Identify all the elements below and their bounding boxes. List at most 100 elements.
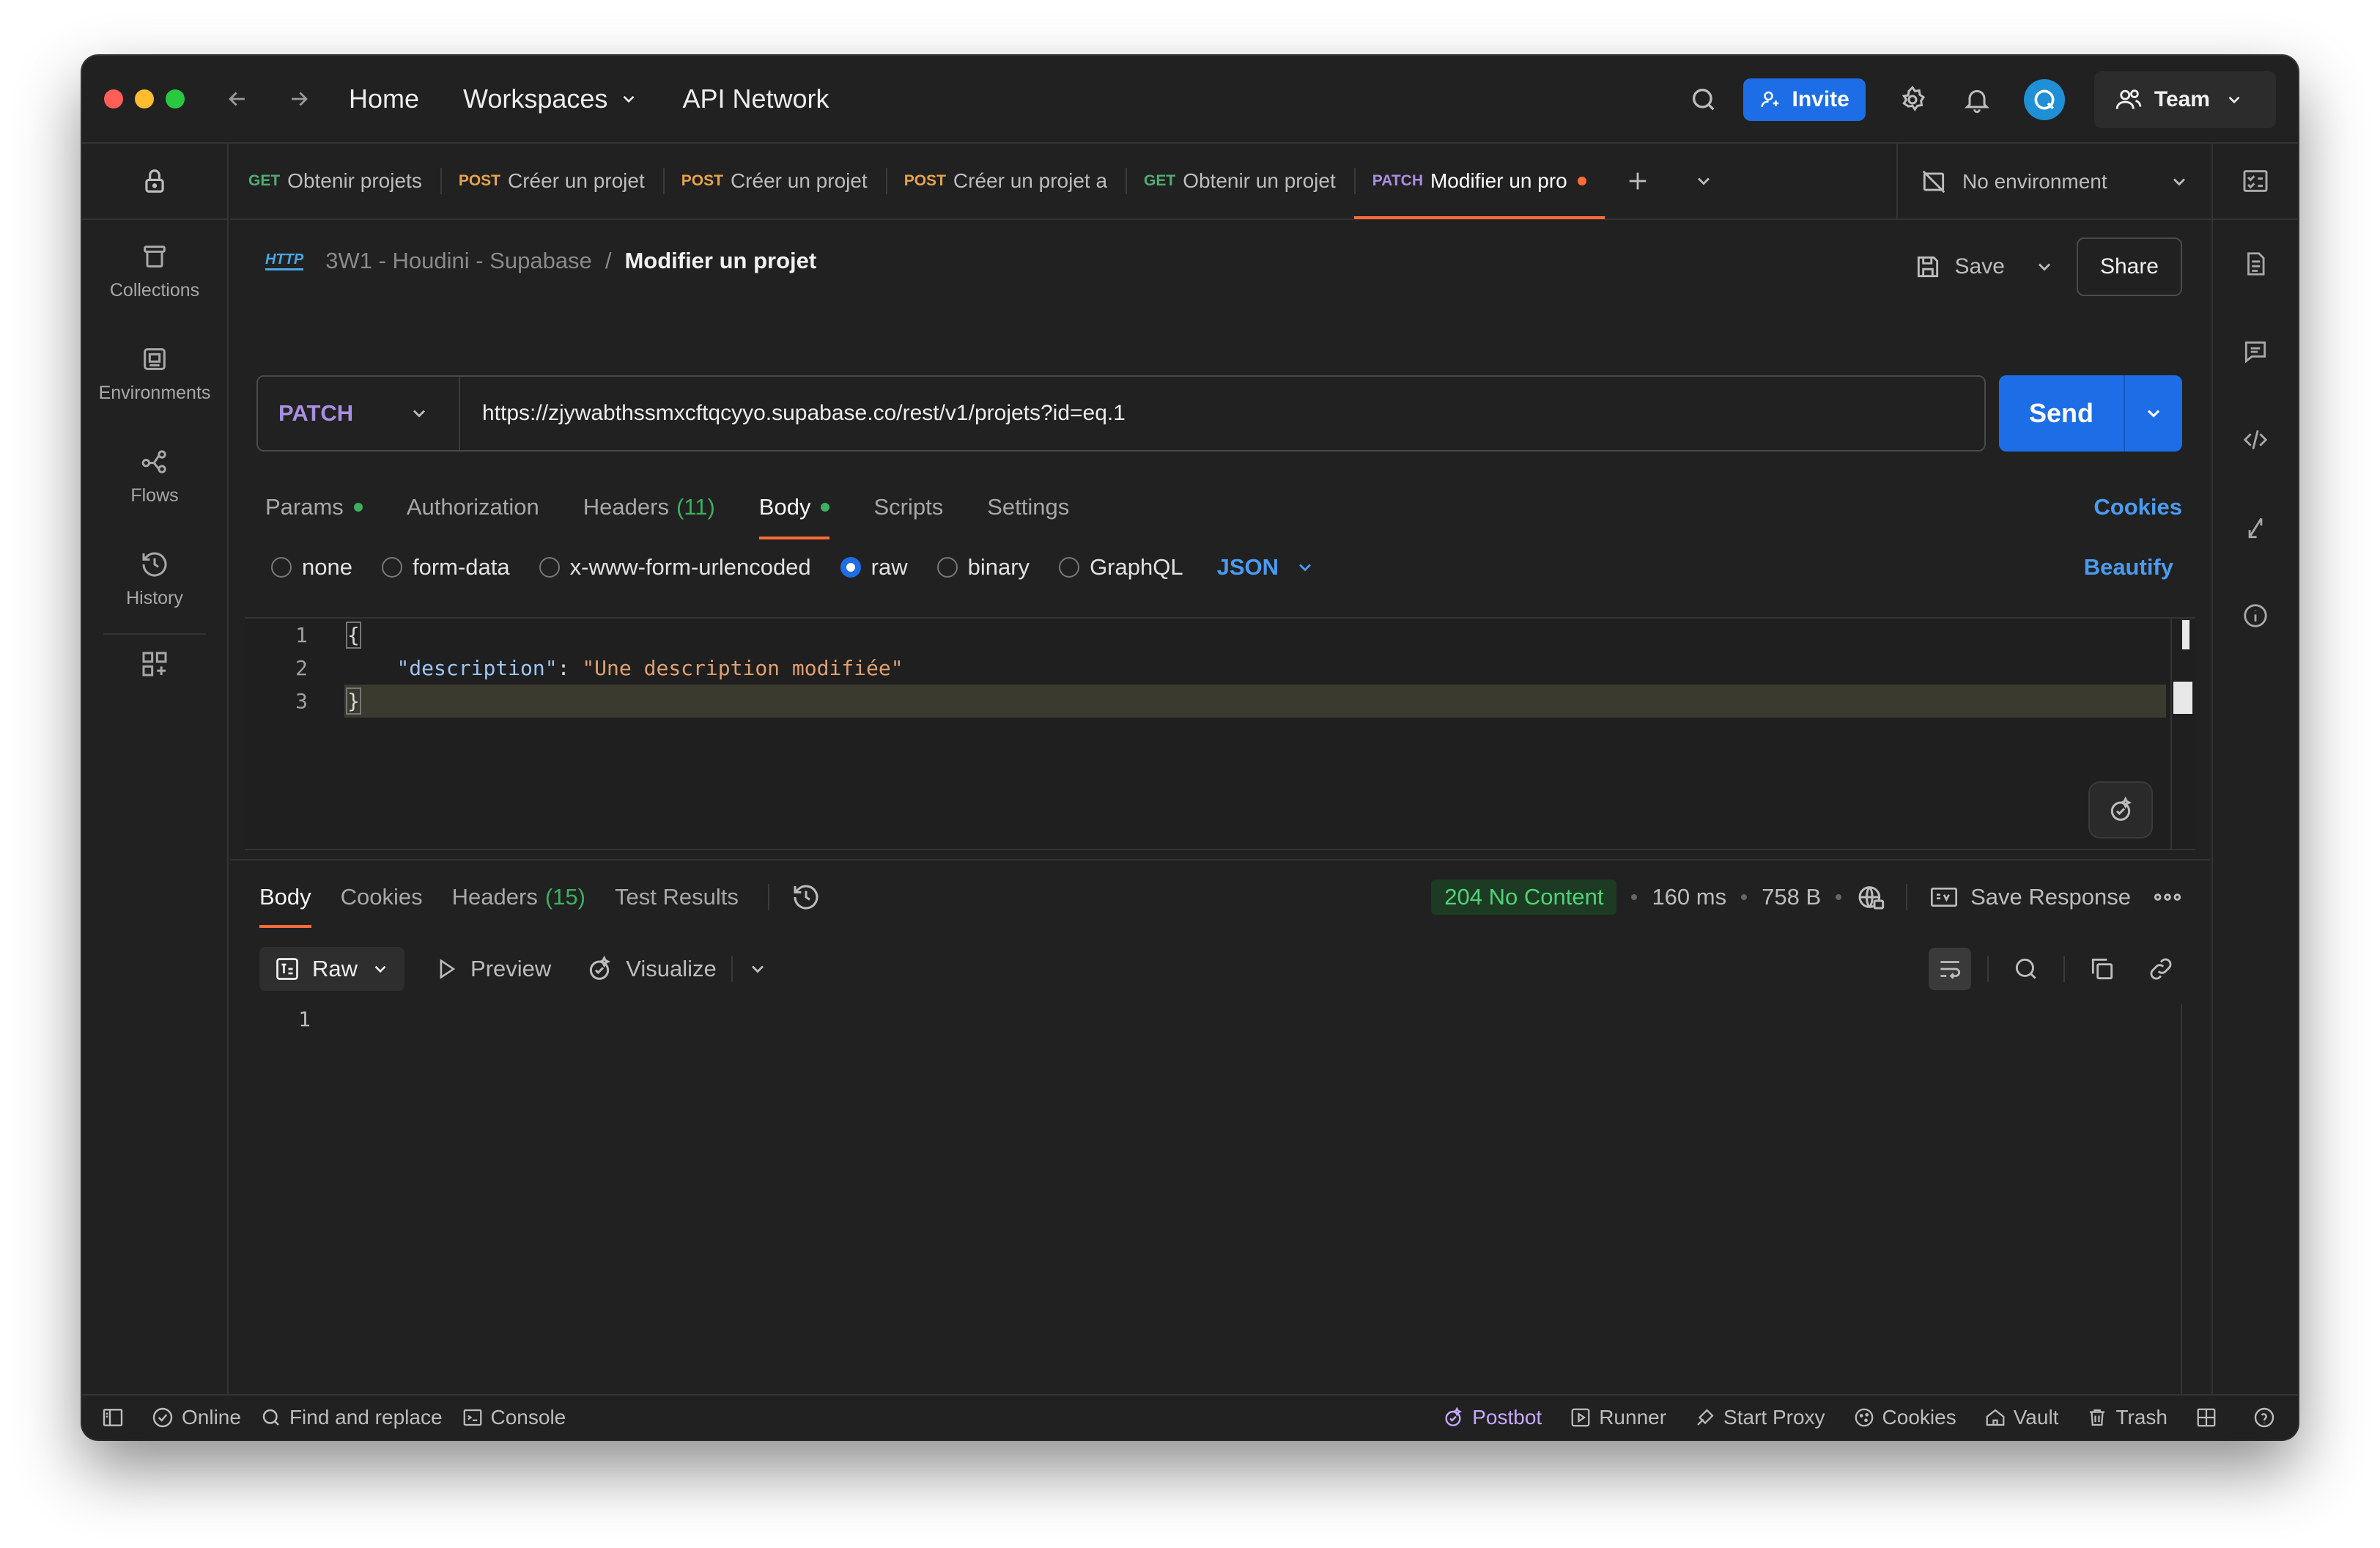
tab-request-active[interactable]: PATCH Modifier un pro [1353, 143, 1605, 219]
sidebar-item-flows[interactable]: Flows [82, 425, 227, 528]
search-icon[interactable] [1686, 82, 1721, 117]
send-dropdown-chevron-icon[interactable] [2124, 375, 2182, 452]
tab-response-headers[interactable]: Headers (15) [452, 875, 585, 919]
postbot-button[interactable]: Postbot [1441, 1406, 1542, 1429]
tab-request[interactable]: POST Créer un projet a [885, 143, 1126, 219]
breadcrumb-collection[interactable]: 3W1 - Houdini - Supabase [325, 248, 592, 274]
copy-icon[interactable] [2081, 948, 2124, 990]
trash-button[interactable]: Trash [2086, 1406, 2168, 1429]
save-button[interactable]: Save [1914, 253, 2005, 281]
page-title[interactable]: Modifier un projet [624, 248, 816, 274]
radio-graphql[interactable]: GraphQL [1059, 554, 1183, 580]
status-badge[interactable]: 204 No Content [1431, 880, 1617, 915]
send-button[interactable]: Send [1999, 398, 2124, 429]
comments-icon[interactable] [2213, 308, 2298, 396]
documentation-icon[interactable] [2213, 220, 2298, 308]
online-status[interactable]: Online [151, 1406, 241, 1429]
response-time[interactable]: 160 ms [1652, 884, 1726, 910]
add-apps-icon[interactable] [82, 649, 227, 679]
tab-request[interactable]: GET Obtenir projets [230, 143, 440, 219]
tab-authorization[interactable]: Authorization [407, 485, 539, 529]
url-input[interactable]: https://zjywabthssmxcftqcyyo.supabase.co… [460, 401, 1126, 426]
preview-button[interactable]: Preview [434, 956, 551, 982]
tab-response-body[interactable]: Body [259, 875, 311, 928]
response-history-icon[interactable] [791, 882, 821, 912]
nav-home[interactable]: Home [349, 84, 419, 114]
sidebar-item-history[interactable]: History [82, 528, 227, 630]
nav-api-network[interactable]: API Network [682, 84, 829, 114]
environment-selector[interactable]: No environment [1896, 144, 2211, 220]
tab-scripts[interactable]: Scripts [873, 485, 943, 529]
back-arrow-icon[interactable] [223, 84, 252, 114]
share-button[interactable]: Share [2076, 237, 2182, 296]
radio-binary[interactable]: binary [936, 554, 1030, 580]
runner-button[interactable]: Runner [1570, 1406, 1666, 1429]
team-button[interactable]: Team [2093, 71, 2276, 128]
find-replace-button[interactable]: Find and replace [260, 1406, 443, 1429]
start-proxy-label: Start Proxy [1723, 1406, 1825, 1429]
link-icon[interactable] [2140, 948, 2182, 990]
tab-settings[interactable]: Settings [987, 485, 1069, 529]
postbot-magic-icon[interactable] [2088, 781, 2153, 838]
vault-button[interactable]: Vault [1984, 1406, 2058, 1429]
tab-request[interactable]: POST Créer un projet [662, 143, 886, 219]
cookies-button[interactable]: Cookies [1853, 1406, 1956, 1429]
response-scrollbar[interactable] [2181, 1004, 2182, 1394]
network-globe-icon[interactable] [1856, 882, 1885, 912]
search-icon[interactable] [2005, 948, 2047, 990]
settings-gear-icon[interactable] [1895, 82, 1930, 117]
notification-bell-icon[interactable] [1959, 82, 1995, 117]
sidebar-item-collections[interactable]: Collections [82, 220, 227, 322]
more-options-icon[interactable] [2153, 890, 2182, 904]
tabs-dropdown-chevron-icon[interactable] [1671, 143, 1737, 219]
tab-response-cookies[interactable]: Cookies [341, 875, 423, 919]
nav-workspaces[interactable]: Workspaces [463, 84, 638, 114]
console-button[interactable]: Console [462, 1406, 566, 1429]
cookies-link[interactable]: Cookies [2093, 494, 2182, 520]
raw-view-select[interactable]: Raw [259, 947, 405, 991]
forward-arrow-icon[interactable] [284, 84, 314, 114]
tab-test-results[interactable]: Test Results [615, 875, 739, 919]
user-avatar[interactable] [2023, 79, 2065, 120]
runner-icon [1571, 1408, 1590, 1427]
chevron-down-icon [374, 965, 386, 973]
http-method-select[interactable]: PATCH [258, 377, 460, 450]
sidebar-item-environments[interactable]: Environments [82, 322, 227, 425]
start-proxy-button[interactable]: Start Proxy [1694, 1406, 1825, 1429]
minimize-window-button[interactable] [135, 89, 154, 108]
tab-request[interactable]: GET Obtenir un projet [1126, 143, 1354, 219]
radio-urlencoded[interactable]: x-www-form-urlencoded [539, 554, 811, 580]
save-response-button[interactable]: Save Response [1929, 882, 2131, 912]
workbench-icon[interactable] [2213, 144, 2298, 220]
body-code-editor[interactable]: 1 2 3 { "description": "Une description … [245, 617, 2195, 850]
toggle-sidebar-icon[interactable] [101, 1406, 132, 1429]
layout-toggle-icon[interactable] [2195, 1407, 2225, 1429]
visualize-dropdown-chevron-icon[interactable] [747, 959, 768, 979]
close-window-button[interactable] [104, 89, 123, 108]
related-collections-icon[interactable] [2213, 484, 2298, 572]
save-example-icon [1931, 888, 1958, 907]
info-icon[interactable] [2213, 572, 2298, 660]
workspace-lock-icon[interactable] [82, 144, 227, 220]
tab-headers[interactable]: Headers (11) [583, 485, 715, 529]
tab-params[interactable]: Params [265, 485, 363, 529]
radio-none[interactable]: none [271, 554, 352, 580]
radio-form-data[interactable]: form-data [381, 554, 510, 580]
visualize-button[interactable]: Visualize [585, 954, 717, 984]
tab-request[interactable]: POST Créer un projet [440, 143, 663, 219]
response-size[interactable]: 758 B [1762, 884, 1821, 910]
code-icon[interactable] [2213, 396, 2298, 484]
invite-button[interactable]: Invite [1743, 78, 1866, 121]
body-format-select[interactable]: JSON [1217, 554, 1315, 580]
beautify-button[interactable]: Beautify [2084, 554, 2173, 580]
chevron-down-icon [413, 410, 425, 418]
save-dropdown-chevron-icon[interactable] [2034, 257, 2055, 277]
help-icon[interactable] [2252, 1406, 2283, 1429]
new-tab-plus-icon[interactable] [1605, 143, 1671, 219]
wrap-lines-icon[interactable] [1929, 948, 1971, 990]
radio-raw[interactable]: raw [840, 554, 908, 580]
editor-scrollbar[interactable] [2170, 619, 2195, 849]
response-tabs: Body Cookies Headers (15) Test Results 20… [259, 875, 2182, 928]
maximize-window-button[interactable] [166, 89, 185, 108]
tab-body[interactable]: Body [758, 485, 830, 539]
